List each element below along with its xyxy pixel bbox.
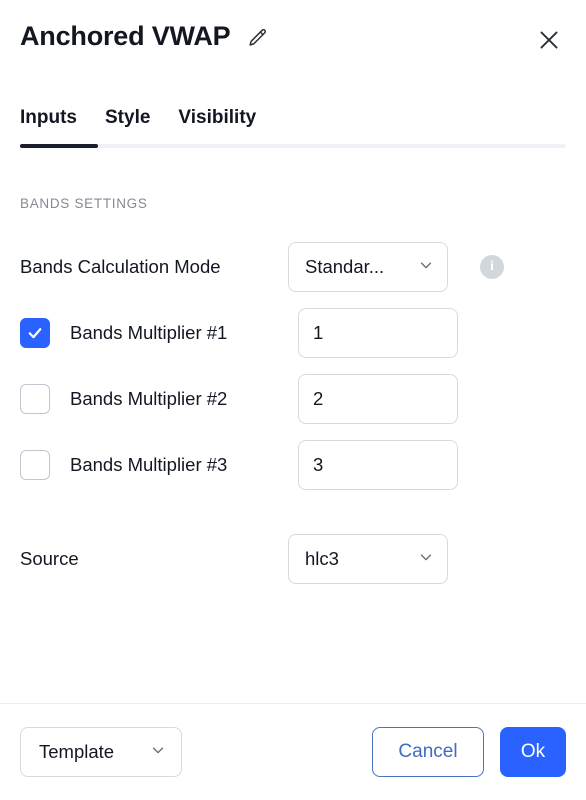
label-bands-multiplier-2: Bands Multiplier #2 xyxy=(70,388,227,410)
input-bands-multiplier-3[interactable]: 3 xyxy=(298,440,458,490)
input-wrap-bands-multiplier-1: 1 xyxy=(298,308,458,358)
footer-actions: Cancel Ok xyxy=(372,727,566,777)
settings-dialog: Anchored VWAP Inputs Style Visibility xyxy=(0,0,586,800)
title-group: Anchored VWAP xyxy=(20,22,270,52)
info-icon[interactable]: i xyxy=(480,255,504,279)
tab-style[interactable]: Style xyxy=(105,107,150,130)
checkbox-bands-multiplier-2[interactable] xyxy=(20,384,50,414)
tab-underline-track xyxy=(20,144,566,148)
row-bands-multiplier-1: Bands Multiplier #1 1 xyxy=(20,305,566,361)
select-bands-calculation-mode[interactable]: Standar... xyxy=(288,242,448,292)
row-bands-calculation-mode: Bands Calculation Mode Standar... i xyxy=(20,239,566,295)
label-source: Source xyxy=(20,548,288,570)
chevron-down-icon xyxy=(149,741,167,764)
row-bands-multiplier-3: Bands Multiplier #3 3 xyxy=(20,437,566,493)
label-bands-multiplier-1: Bands Multiplier #1 xyxy=(70,322,227,344)
tab-list: Inputs Style Visibility xyxy=(20,90,566,130)
close-icon[interactable] xyxy=(534,25,564,55)
checkbox-group-bands-multiplier-1: Bands Multiplier #1 xyxy=(20,318,288,348)
template-label: Template xyxy=(39,741,114,763)
chevron-down-icon xyxy=(417,256,435,279)
input-wrap-bands-multiplier-2: 2 xyxy=(298,374,458,424)
ok-button[interactable]: Ok xyxy=(500,727,566,777)
tab-visibility[interactable]: Visibility xyxy=(178,107,256,130)
pencil-icon[interactable] xyxy=(244,25,270,51)
checkbox-bands-multiplier-1[interactable] xyxy=(20,318,50,348)
tabs-bar: Inputs Style Visibility xyxy=(0,90,586,148)
label-bands-calculation-mode: Bands Calculation Mode xyxy=(20,256,288,278)
checkbox-group-bands-multiplier-3: Bands Multiplier #3 xyxy=(20,450,288,480)
dialog-body: BANDS SETTINGS Bands Calculation Mode St… xyxy=(0,148,586,703)
row-bands-multiplier-2: Bands Multiplier #2 2 xyxy=(20,371,566,427)
input-bands-multiplier-1[interactable]: 1 xyxy=(298,308,458,358)
row-source: Source hlc3 xyxy=(20,531,566,587)
select-value-source: hlc3 xyxy=(305,548,339,570)
checkbox-group-bands-multiplier-2: Bands Multiplier #2 xyxy=(20,384,288,414)
cancel-button[interactable]: Cancel xyxy=(372,727,484,777)
checkbox-bands-multiplier-3[interactable] xyxy=(20,450,50,480)
section-header-bands-settings: BANDS SETTINGS xyxy=(20,196,566,211)
select-source[interactable]: hlc3 xyxy=(288,534,448,584)
chevron-down-icon xyxy=(417,548,435,571)
dialog-header: Anchored VWAP xyxy=(0,0,586,90)
input-wrap-bands-multiplier-3: 3 xyxy=(298,440,458,490)
input-bands-multiplier-2[interactable]: 2 xyxy=(298,374,458,424)
tab-active-indicator xyxy=(20,144,98,148)
tab-inputs[interactable]: Inputs xyxy=(20,107,77,130)
dialog-footer: Template Cancel Ok xyxy=(0,703,586,800)
template-dropdown-button[interactable]: Template xyxy=(20,727,182,777)
label-bands-multiplier-3: Bands Multiplier #3 xyxy=(70,454,227,476)
select-value-bands-calculation-mode: Standar... xyxy=(305,256,384,278)
page-title: Anchored VWAP xyxy=(20,22,230,52)
